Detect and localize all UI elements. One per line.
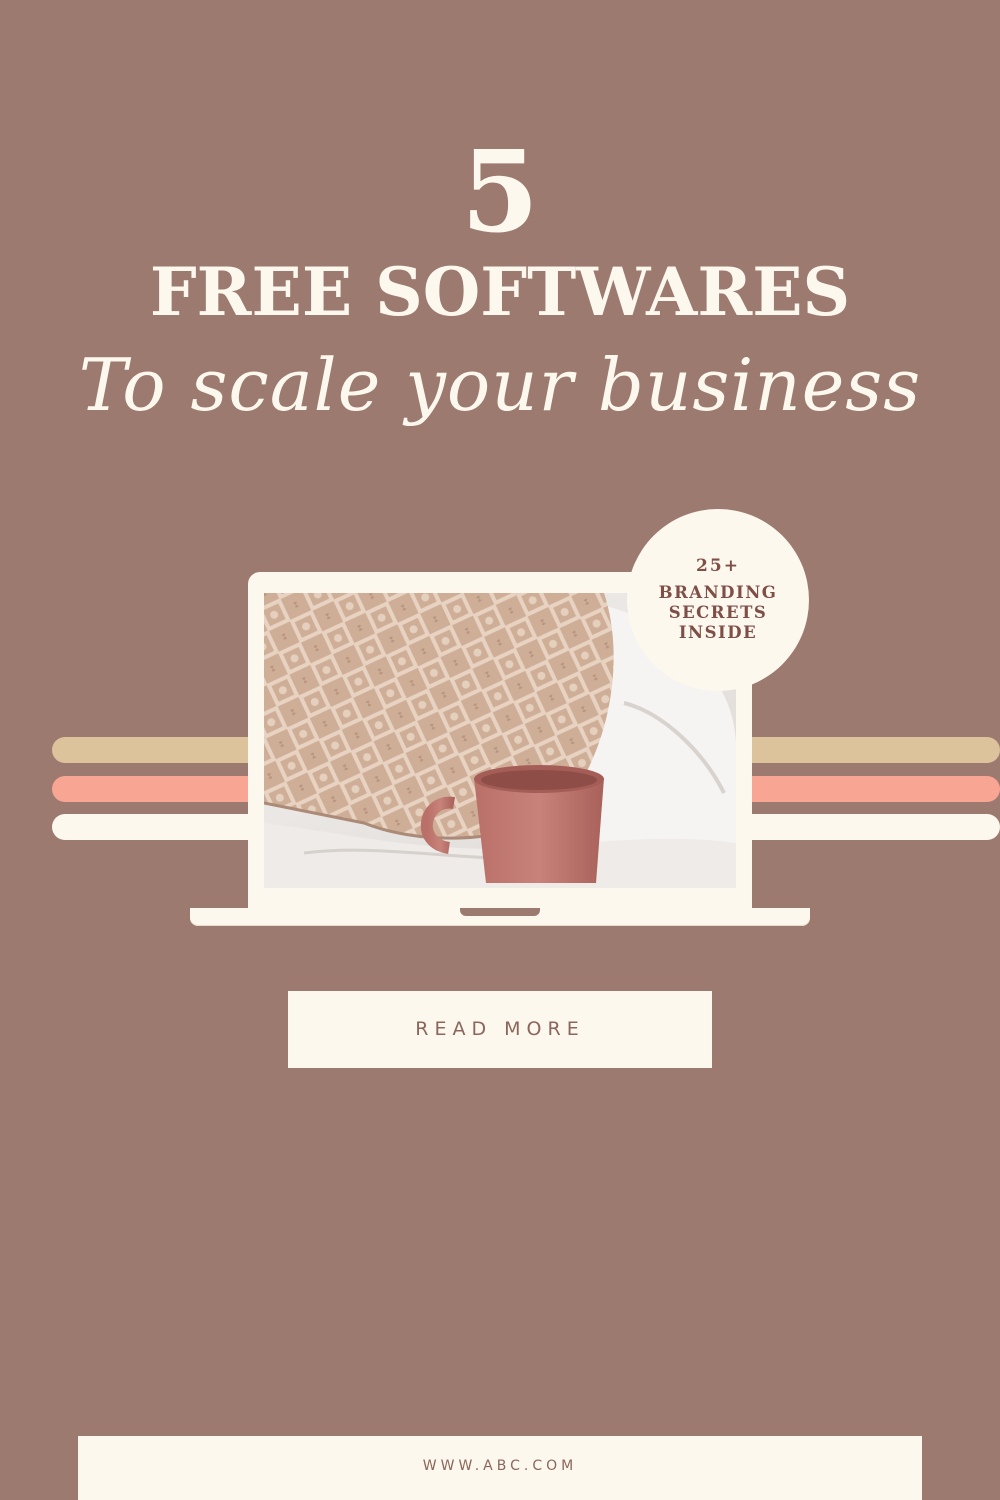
website-link[interactable]: WWW.ABC.COM bbox=[78, 1458, 922, 1474]
badge-line-branding: BRANDING bbox=[658, 583, 778, 602]
badge-line-inside: INSIDE bbox=[678, 623, 758, 642]
badge-line-secrets: SECRETS bbox=[668, 603, 768, 622]
headline-subtitle: To scale your business bbox=[78, 343, 922, 427]
headline-title: FREE SOFTWARES bbox=[149, 253, 851, 331]
laptop-notch bbox=[460, 908, 540, 916]
footer-bar: WWW.ABC.COM bbox=[78, 1436, 922, 1500]
badge-count: 25+ bbox=[696, 556, 740, 576]
read-more-button[interactable]: READ MORE bbox=[288, 991, 712, 1068]
branding-secrets-badge: 25+ BRANDING SECRETS INSIDE bbox=[627, 509, 809, 691]
headline-number: 5 bbox=[461, 127, 539, 258]
